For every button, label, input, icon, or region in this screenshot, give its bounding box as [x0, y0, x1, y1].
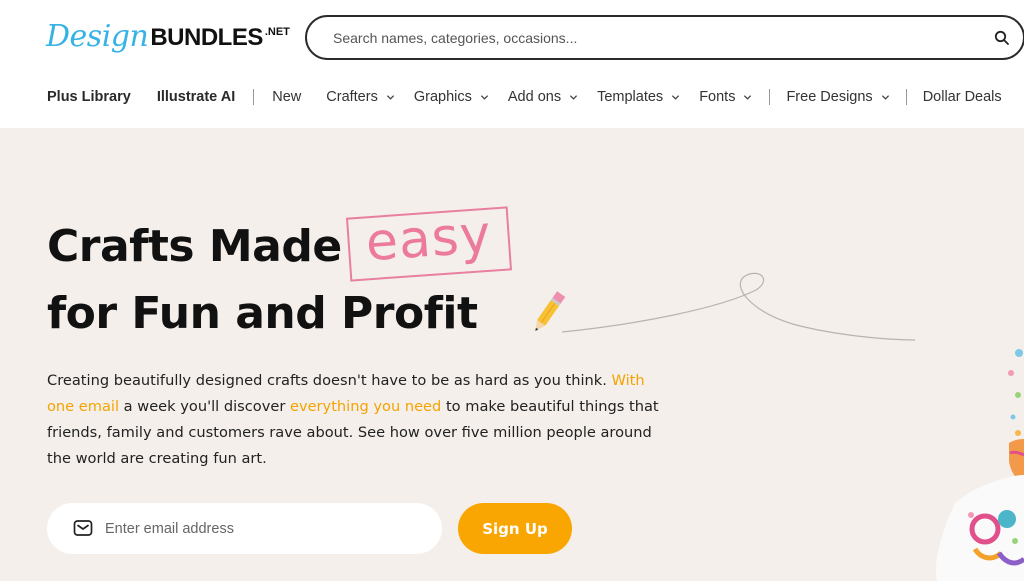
logo-bundles-text: BUNDLES: [150, 24, 263, 51]
email-field-wrapper: [47, 503, 442, 554]
octopus-pillow-image: [915, 203, 1024, 581]
chevron-down-icon: [744, 94, 752, 100]
nav-item-label: Fonts: [699, 89, 736, 105]
hero-title-highlight: easy: [363, 204, 494, 274]
nav-item-new[interactable]: New: [272, 89, 301, 105]
nav-item-crafters[interactable]: Crafters: [326, 89, 395, 105]
hero-section: Crafts Made easy for Fun and Profit Crea…: [0, 128, 1024, 581]
nav-item-label: Plus Library: [47, 89, 131, 105]
hero-title-line2: for Fun and Profit: [47, 288, 478, 339]
email-field[interactable]: [105, 503, 425, 554]
nav-item-label: Add ons: [507, 89, 562, 105]
desc-highlight-2: everything you need: [289, 398, 442, 415]
logo-net-text: .NET: [264, 26, 290, 38]
chevron-down-icon: [672, 94, 680, 100]
nav-item-label: Templates: [597, 89, 664, 105]
nav-item-label: Dollar Deals: [922, 89, 1002, 105]
hero-title-line1: Crafts Made: [47, 221, 342, 272]
chevron-down-icon: [881, 94, 889, 100]
chevron-down-icon: [480, 94, 488, 100]
search-icon[interactable]: [994, 30, 1010, 46]
pencil-icon: [535, 291, 566, 332]
nav-item-label: Graphics: [413, 89, 472, 105]
nav-item-label: Crafters: [326, 89, 378, 105]
nav-item-free-designs[interactable]: Free Designs: [786, 89, 889, 105]
nav-item-templates[interactable]: Templates: [597, 89, 680, 105]
nav-item-label: Free Designs: [786, 89, 873, 105]
chevron-down-icon: [386, 94, 394, 100]
search-input[interactable]: [333, 17, 973, 58]
nav-item-graphics[interactable]: Graphics: [414, 89, 489, 105]
nav-item-add-ons[interactable]: Add ons: [508, 89, 578, 105]
chevron-down-icon: [569, 94, 578, 100]
main-nav: Plus Library Illustrate AI New Crafters …: [47, 84, 1002, 110]
mail-icon: [73, 520, 93, 536]
nav-divider: [253, 89, 255, 105]
nav-item-fonts[interactable]: Fonts: [699, 89, 752, 105]
sign-up-button[interactable]: Sign Up: [458, 503, 572, 554]
designbundles-logo[interactable]: Design BUNDLES .NET: [46, 12, 290, 52]
nav-divider: [769, 89, 771, 105]
nav-divider: [905, 89, 907, 105]
desc-text-1: Creating beautifully designed crafts doe…: [47, 372, 612, 389]
nav-item-illustrate-ai[interactable]: Illustrate AI: [157, 89, 235, 105]
nav-item-plus-library[interactable]: Plus Library: [47, 89, 131, 105]
easy-highlight-box: easy: [345, 204, 513, 282]
site-header: Design BUNDLES .NET Plus Library Illustr…: [0, 0, 1024, 128]
search-bar: [305, 15, 1024, 60]
logo-design-text: Design: [46, 19, 149, 54]
desc-text-2: a week you'll discover: [119, 398, 290, 415]
nav-item-dollar-deals[interactable]: Dollar Deals: [923, 89, 1002, 105]
nav-item-label: Illustrate AI: [156, 89, 236, 105]
hero-description: Creating beautifully designed crafts doe…: [47, 368, 667, 472]
nav-item-label: New: [272, 89, 302, 105]
